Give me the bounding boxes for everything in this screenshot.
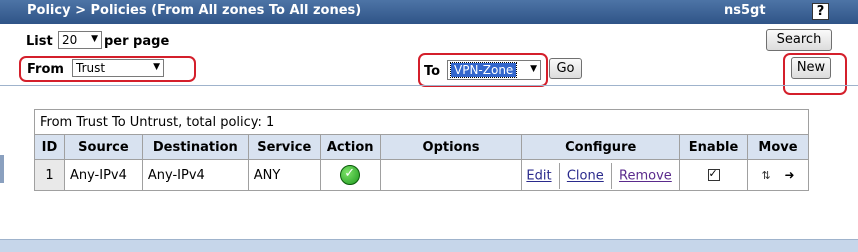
new-button[interactable]: New bbox=[791, 57, 831, 79]
reorder-icon[interactable]: ⇅ bbox=[761, 169, 770, 182]
policy-action bbox=[319, 159, 381, 191]
policy-enable bbox=[679, 159, 749, 191]
col-header-service: Service bbox=[247, 134, 321, 160]
list-count-select[interactable]: 20 ▼ bbox=[58, 31, 102, 49]
policy-table: From Trust To Untrust, total policy: 1 I… bbox=[34, 109, 809, 191]
col-header-source: Source bbox=[63, 134, 143, 160]
from-label: From bbox=[27, 62, 64, 77]
policy-options bbox=[379, 159, 523, 191]
policy-service: ANY bbox=[247, 159, 321, 191]
to-zone-value: VPN-Zone bbox=[449, 62, 518, 78]
from-zone-value: Trust bbox=[76, 61, 106, 75]
col-header-destination: Destination bbox=[141, 134, 249, 160]
help-button[interactable]: ? bbox=[812, 3, 829, 20]
list-count-value: 20 bbox=[62, 33, 78, 47]
table-row: 1 Any-IPv4 Any-IPv4 ANY Edit Clone Remov… bbox=[34, 159, 809, 191]
to-zone-select[interactable]: VPN-Zone ▼ bbox=[447, 60, 541, 80]
go-button[interactable]: Go bbox=[549, 58, 582, 79]
clone-link[interactable]: Clone bbox=[567, 169, 604, 184]
col-header-enable: Enable bbox=[679, 134, 749, 160]
col-header-id: ID bbox=[34, 134, 65, 160]
divider bbox=[610, 163, 612, 189]
chevron-down-icon: ▼ bbox=[530, 64, 537, 74]
panel-edge bbox=[0, 155, 4, 183]
col-header-move: Move bbox=[747, 134, 809, 160]
table-caption: From Trust To Untrust, total policy: 1 bbox=[34, 109, 809, 135]
to-label: To bbox=[424, 64, 441, 79]
chevron-down-icon: ▼ bbox=[153, 62, 160, 72]
remove-link[interactable]: Remove bbox=[619, 169, 672, 184]
col-header-action: Action bbox=[319, 134, 381, 160]
hostname: ns5gt bbox=[724, 3, 766, 18]
edit-link[interactable]: Edit bbox=[526, 169, 551, 184]
title-bar: Policy > Policies (From All zones To All… bbox=[0, 0, 858, 24]
policy-move: ⇅ ➜ bbox=[747, 159, 809, 191]
search-button[interactable]: Search bbox=[766, 29, 832, 51]
permit-check-icon bbox=[340, 165, 361, 185]
col-header-options: Options bbox=[379, 134, 523, 160]
policy-source: Any-IPv4 bbox=[63, 159, 143, 191]
from-zone-select[interactable]: Trust ▼ bbox=[72, 59, 164, 77]
policy-configure: Edit Clone Remove bbox=[521, 159, 681, 191]
list-label: List bbox=[26, 34, 53, 49]
enable-checkbox[interactable] bbox=[707, 167, 720, 181]
divider bbox=[558, 163, 560, 189]
page-title: Policy > Policies (From All zones To All… bbox=[27, 3, 362, 18]
policy-id: 1 bbox=[34, 159, 65, 191]
footer-strip bbox=[0, 240, 858, 252]
col-header-configure: Configure bbox=[521, 134, 681, 160]
per-page-label: per page bbox=[104, 34, 170, 49]
chevron-down-icon: ▼ bbox=[91, 34, 98, 44]
move-arrow-icon[interactable]: ➜ bbox=[785, 168, 795, 182]
policy-destination: Any-IPv4 bbox=[141, 159, 249, 191]
